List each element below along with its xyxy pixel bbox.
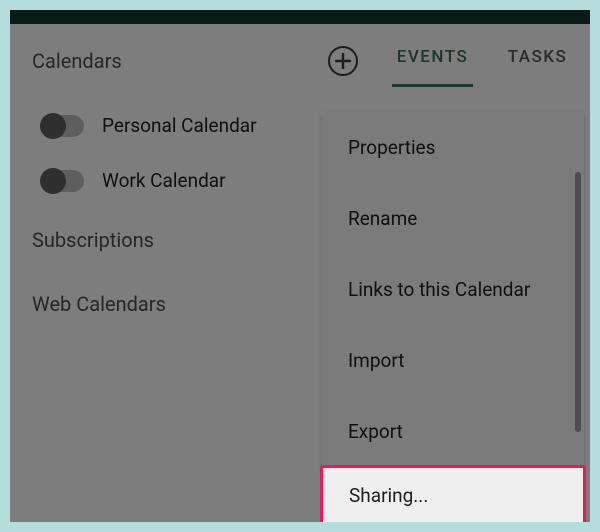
tabs: EVENTS TASKS [380,24,590,88]
calendar-item[interactable]: Personal Calendar [32,98,358,153]
calendar-label: Personal Calendar [102,114,257,137]
calendar-item[interactable]: Work Calendar [32,153,358,208]
menu-item-links[interactable]: Links to this Calendar [322,254,584,325]
menu-item-rename[interactable]: Rename [322,183,584,254]
tab-events[interactable]: EVENTS [380,25,485,87]
menu-item-sharing[interactable]: Sharing... [323,484,428,507]
menu-item-properties[interactable]: Properties [322,112,584,183]
menu-scrollbar[interactable] [575,172,581,432]
menu-item-import[interactable]: Import [322,325,584,396]
calendar-toggle[interactable] [42,170,84,192]
menu-item-export[interactable]: Export [322,396,584,467]
tab-label: TASKS [508,47,568,67]
sidebar-section-subscriptions[interactable]: Subscriptions [32,208,358,258]
tab-label: EVENTS [397,47,469,67]
window-titlebar [10,10,590,24]
app-window: Calendars Personal Calendar Work Calenda… [10,10,590,522]
tab-active-indicator [392,84,473,87]
calendar-context-menu: Properties Rename Links to this Calendar… [322,112,584,467]
add-calendar-button[interactable] [328,46,358,76]
sidebar-title: Calendars [32,49,122,73]
calendar-label: Work Calendar [102,169,226,192]
plus-icon [335,53,351,69]
calendar-toggle[interactable] [42,115,84,137]
sidebar-section-web-calendars[interactable]: Web Calendars [32,258,358,322]
menu-item-sharing-highlight: Sharing... [320,465,586,522]
tab-tasks[interactable]: TASKS [485,25,590,87]
